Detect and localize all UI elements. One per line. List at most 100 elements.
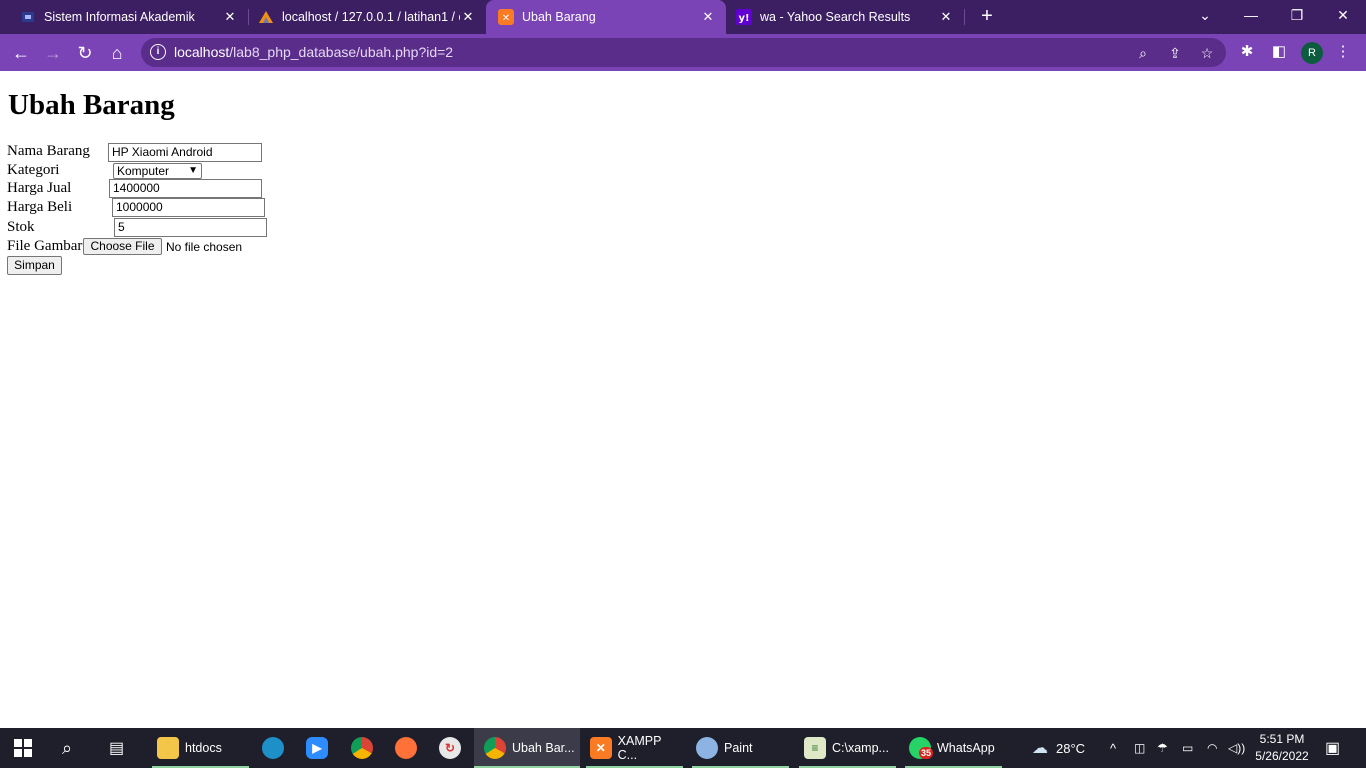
tab-ubah-barang[interactable]: ✕ Ubah Barang ✕ bbox=[486, 0, 726, 34]
reload-button[interactable]: ↻ bbox=[72, 40, 98, 66]
harga-beli-label: Harga Beli bbox=[7, 199, 73, 215]
simpan-button[interactable]: Simpan bbox=[7, 256, 62, 275]
tab-search-chevron-icon[interactable]: ⌄ bbox=[1182, 0, 1228, 30]
taskbar-item-label: Ubah Bar... bbox=[512, 741, 575, 755]
paint-icon bbox=[696, 737, 718, 759]
nama-barang-input[interactable]: HP Xiaomi Android bbox=[108, 143, 262, 162]
nama-barang-label: Nama Barang bbox=[7, 143, 90, 159]
taskbar-item-xampp[interactable]: ✕ XAMPP C... bbox=[586, 728, 683, 768]
close-icon[interactable]: ✕ bbox=[222, 9, 238, 25]
close-icon[interactable]: ✕ bbox=[460, 9, 476, 25]
taskbar-app[interactable]: ↻ bbox=[439, 728, 467, 768]
taskbar-item-htdocs[interactable]: htdocs bbox=[152, 728, 249, 768]
choose-file-button[interactable]: Choose File bbox=[83, 238, 162, 255]
firefox-icon bbox=[395, 737, 417, 759]
taskbar-zoom[interactable]: ▶ bbox=[306, 728, 334, 768]
temperature-text: 28°C bbox=[1056, 740, 1086, 756]
menu-kebab-icon[interactable]: ⋮ bbox=[1333, 42, 1353, 62]
camera-icon[interactable]: ◫ bbox=[1134, 728, 1145, 768]
restore-button[interactable]: ❐ bbox=[1274, 0, 1320, 30]
harga-jual-input[interactable]: 1400000 bbox=[109, 179, 262, 198]
browser-toolbar: ← → ↻ ⌂ i localhost/lab8_php_database/ub… bbox=[0, 34, 1366, 71]
taskbar-item-label: htdocs bbox=[185, 741, 222, 755]
taskbar-item-whatsapp[interactable]: 35 WhatsApp bbox=[905, 728, 1002, 768]
url-text[interactable]: localhost/lab8_php_database/ubah.php?id=… bbox=[174, 44, 453, 60]
xampp-icon: ✕ bbox=[590, 737, 612, 759]
refresh-app-icon: ↻ bbox=[439, 737, 461, 759]
home-button[interactable]: ⌂ bbox=[104, 40, 130, 66]
wifi-icon[interactable]: ◠ bbox=[1207, 728, 1217, 768]
harga-beli-input[interactable]: 1000000 bbox=[112, 198, 265, 217]
harga-jual-label: Harga Jual bbox=[7, 180, 72, 196]
taskbar-item-label: XAMPP C... bbox=[617, 734, 662, 762]
notification-center-icon[interactable]: ▣ bbox=[1325, 728, 1340, 768]
kategori-selected-value: Komputer bbox=[117, 164, 170, 178]
xampp-icon: ✕ bbox=[498, 9, 514, 25]
volume-icon[interactable]: ◁)) bbox=[1228, 728, 1245, 768]
system-clock[interactable]: 5:51 PM 5/26/2022 bbox=[1252, 731, 1312, 765]
close-icon[interactable]: ✕ bbox=[938, 9, 954, 25]
taskbar-item-paint[interactable]: Paint bbox=[692, 728, 789, 768]
phpmyadmin-icon bbox=[258, 9, 274, 25]
whatsapp-icon: 35 bbox=[909, 737, 934, 759]
folder-icon bbox=[157, 737, 179, 759]
battery-icon[interactable]: ▭ bbox=[1182, 728, 1193, 768]
share-icon[interactable]: ⇪ bbox=[1165, 43, 1185, 63]
weather-widget[interactable]: ☁ 28°C bbox=[1032, 728, 1085, 768]
address-bar[interactable]: i localhost/lab8_php_database/ubah.php?i… bbox=[141, 38, 1226, 67]
tab-divider bbox=[964, 9, 965, 25]
tab-yahoo-search[interactable]: y! wa - Yahoo Search Results ✕ bbox=[726, 0, 964, 34]
no-file-chosen-text: No file chosen bbox=[166, 240, 243, 254]
site-info-icon[interactable]: i bbox=[150, 44, 166, 60]
stok-input[interactable]: 5 bbox=[114, 218, 267, 237]
svg-text:y!: y! bbox=[738, 13, 749, 24]
task-view-icon[interactable]: ▤ bbox=[109, 728, 124, 768]
page-title: Ubah Barang bbox=[8, 89, 175, 121]
side-panel-icon[interactable]: ◧ bbox=[1269, 42, 1289, 62]
stok-label: Stok bbox=[7, 219, 35, 235]
forward-button[interactable]: → bbox=[40, 40, 66, 66]
chrome-icon bbox=[484, 737, 506, 759]
profile-avatar[interactable]: R bbox=[1301, 42, 1323, 64]
taskbar-item-label: Paint bbox=[724, 741, 753, 755]
tab-title: Sistem Informasi Akademik bbox=[44, 10, 195, 24]
cloud-weather-icon: ☁ bbox=[1032, 740, 1048, 757]
close-window-button[interactable]: ✕ bbox=[1320, 0, 1366, 30]
browser-tab-strip: Sistem Informasi Akademik ✕ localhost / … bbox=[0, 0, 1366, 34]
windows-taskbar: ⌕ ▤ htdocs ▶ ↻ Ubah Bar... ✕ XAMPP C... … bbox=[0, 728, 1366, 768]
edge-icon bbox=[262, 737, 284, 759]
zoom-icon[interactable]: ⌕ bbox=[1133, 43, 1153, 63]
new-tab-button[interactable]: + bbox=[976, 6, 998, 28]
svg-text:✕: ✕ bbox=[502, 13, 510, 24]
taskbar-firefox[interactable] bbox=[395, 728, 423, 768]
tab-sistem-informasi[interactable]: Sistem Informasi Akademik ✕ bbox=[0, 0, 248, 34]
network-error-icon[interactable]: ☂ bbox=[1157, 728, 1168, 768]
extensions-puzzle-icon[interactable]: ✱ bbox=[1237, 42, 1257, 62]
search-icon[interactable]: ⌕ bbox=[62, 728, 72, 768]
university-logo-icon bbox=[20, 9, 36, 25]
bookmark-star-icon[interactable]: ☆ bbox=[1197, 43, 1217, 63]
taskbar-edge[interactable] bbox=[262, 728, 290, 768]
tab-phpmyadmin[interactable]: localhost / 127.0.0.1 / latihan1 / c ✕ bbox=[238, 0, 486, 34]
page-viewport: Ubah Barang Nama Barang HP Xiaomi Androi… bbox=[0, 71, 1366, 728]
start-button[interactable] bbox=[14, 728, 32, 768]
chrome-icon bbox=[351, 737, 373, 759]
tab-title: Ubah Barang bbox=[522, 10, 596, 24]
taskbar-item-notepad[interactable]: ≡ C:\xamp... bbox=[799, 728, 896, 768]
taskbar-item-label: WhatsApp bbox=[937, 741, 995, 755]
kategori-select[interactable]: Komputer ▼ bbox=[113, 163, 202, 179]
file-gambar-label: File Gambar bbox=[7, 238, 83, 254]
clock-time: 5:51 PM bbox=[1259, 732, 1305, 746]
show-hidden-icons-chevron-icon[interactable]: ^ bbox=[1110, 728, 1116, 768]
taskbar-item-chrome-window[interactable]: Ubah Bar... bbox=[474, 728, 580, 768]
minimize-button[interactable]: — bbox=[1228, 0, 1274, 30]
back-button[interactable]: ← bbox=[8, 40, 34, 66]
yahoo-icon: y! bbox=[736, 9, 752, 25]
taskbar-chrome[interactable] bbox=[351, 728, 379, 768]
tab-title: localhost / 127.0.0.1 / latihan1 / c bbox=[282, 10, 460, 24]
taskbar-item-label: C:\xamp... bbox=[832, 741, 889, 755]
kategori-label: Kategori bbox=[7, 162, 60, 178]
windows-logo-icon bbox=[14, 739, 32, 757]
close-icon[interactable]: ✕ bbox=[700, 9, 716, 25]
clock-date: 5/26/2022 bbox=[1255, 749, 1309, 763]
